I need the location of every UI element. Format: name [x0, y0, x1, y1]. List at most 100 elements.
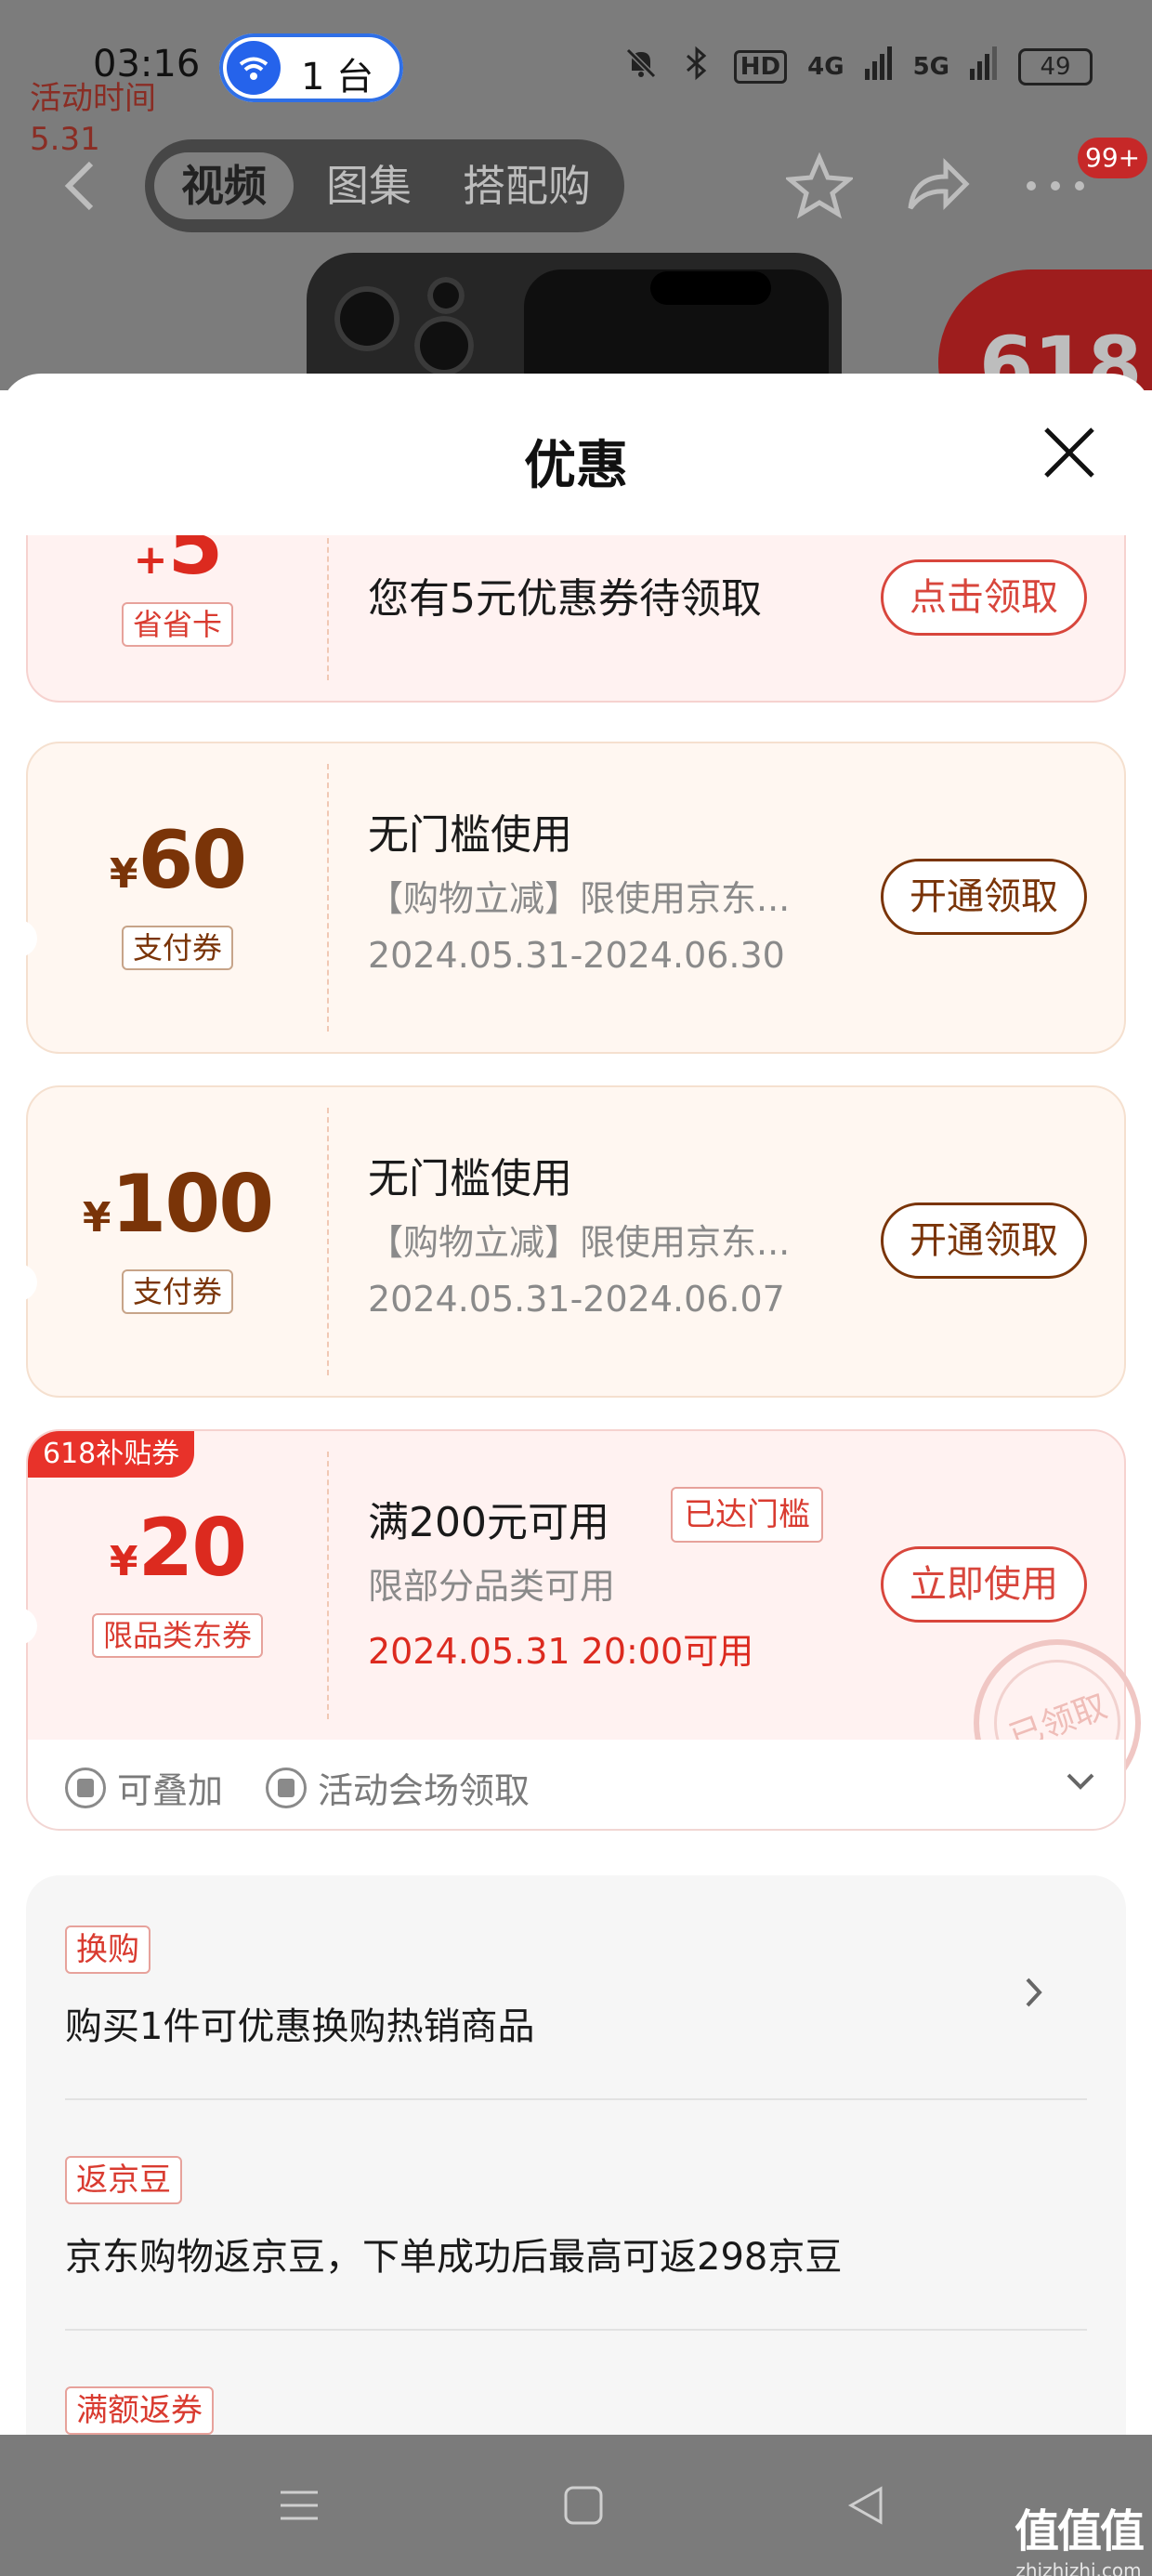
coupon-divider — [327, 535, 329, 680]
coupon-title: 无门槛使用 — [368, 811, 572, 859]
coupon-title: 满200元可用 — [368, 1499, 609, 1546]
hd-indicator: HD — [733, 49, 788, 84]
perk-text[interactable]: 购买1件可优惠换购热销商品 — [65, 1996, 534, 2050]
hotspot-count: 1 台 — [301, 56, 374, 99]
currency-symbol: ¥ — [109, 850, 138, 898]
watermark-site: zhizhizhi.com — [1015, 2559, 1142, 2576]
coupon-card-saver: +5 省省卡 您有5元优惠券待领取 点击领取 — [26, 535, 1126, 703]
signal-bars-icon — [970, 46, 998, 86]
promo-618-banner: 618 — [938, 269, 1152, 390]
amount-value: 20 — [137, 1502, 247, 1595]
bluetooth-icon — [680, 45, 713, 88]
share-icon[interactable] — [903, 152, 970, 223]
coupon-amount-area: ¥20 限品类东券 — [28, 1431, 327, 1740]
camera-lens — [414, 316, 474, 375]
perks-panel: 换购 购买1件可优惠换购热销商品 返京豆 京东购物返京豆，下单成功后最高可返29… — [26, 1875, 1126, 2437]
watermark-brand: 值值值 — [1014, 2505, 1145, 2557]
home-icon[interactable] — [561, 2483, 606, 2531]
coupon-amount: ¥20 — [28, 1502, 327, 1595]
coupon-footer[interactable]: 可叠加 活动会场领取 — [26, 1740, 1126, 1831]
tab-gallery[interactable]: 图集 — [308, 152, 429, 219]
camera-lens — [334, 286, 399, 351]
perk-tag: 换购 — [65, 1925, 151, 1974]
chevron-right-icon[interactable] — [1024, 1976, 1044, 2013]
venue-label: 活动会场领取 — [318, 1770, 530, 1811]
perk-divider — [65, 2098, 1087, 2100]
mute-bell-icon — [622, 45, 660, 88]
coupon-card-payment-100: ¥100 支付券 无门槛使用 【购物立减】限使用京东... 2024.05.31… — [17, 1085, 1126, 1398]
coupon-divider — [327, 764, 329, 1032]
more-icon[interactable] — [1022, 167, 1089, 208]
menu-icon[interactable] — [277, 2483, 321, 2531]
product-nav-bar: 视频 图集 搭配购 — [0, 139, 1152, 232]
background-product-page: 03:16 1 台 活动时间 5.31 HD 4G 5G 49 视频 图集 搭配… — [0, 0, 1152, 390]
message-badge: 99+ — [1078, 138, 1148, 178]
coupon-amount: +5 — [28, 535, 327, 593]
wifi-hotspot-icon — [227, 41, 281, 95]
coupon-amount: ¥100 — [28, 1158, 327, 1251]
back-triangle-icon[interactable] — [844, 2483, 888, 2531]
threshold-reached-tag: 已达门槛 — [671, 1487, 823, 1543]
coupon-kind-tag: 支付券 — [121, 1269, 234, 1314]
activate-claim-button[interactable]: 开通领取 — [881, 1203, 1087, 1279]
amount-value: 5 — [167, 535, 224, 593]
coupon-kind-tag: 限品类东券 — [91, 1613, 264, 1658]
star-icon[interactable] — [783, 151, 856, 223]
coupon-kind-tag: 支付券 — [121, 926, 234, 970]
venue-info: 活动会场领取 — [266, 1762, 530, 1813]
stackable-info: 可叠加 — [65, 1762, 223, 1813]
coupon-divider — [327, 1452, 329, 1719]
signal-4g: 4G — [807, 52, 844, 81]
coupon-amount-area: ¥60 支付券 — [28, 743, 327, 1052]
stack-icon — [65, 1767, 106, 1808]
signal-5g: 5G — [912, 52, 949, 81]
coupon-validity: 2024.05.31-2024.06.30 — [368, 935, 785, 976]
site-watermark: 值值值 zhizhizhi.com — [1009, 2494, 1148, 2576]
event-time-label: 活动时间 — [30, 80, 156, 117]
camera-lens — [427, 277, 465, 314]
coupon-kind-tag: 省省卡 — [121, 602, 234, 647]
coupon-amount: ¥60 — [28, 814, 327, 907]
sheet-title: 优惠 — [524, 436, 628, 496]
use-now-button[interactable]: 立即使用 — [881, 1546, 1087, 1623]
coupon-card-618-subsidy: 618补贴券 ¥20 限品类东券 满200元可用 已达门槛 限部分品类可用 20… — [17, 1429, 1141, 1807]
chevron-down-icon[interactable] — [1065, 1771, 1096, 1795]
ticket-icon — [266, 1767, 307, 1808]
dynamic-island — [650, 271, 771, 305]
claim-button[interactable]: 点击领取 — [881, 559, 1087, 636]
coupon-amount-area: ¥100 支付券 — [28, 1087, 327, 1396]
tab-video[interactable]: 视频 — [154, 152, 294, 219]
system-icons: HD 4G 5G 49 — [622, 45, 1093, 88]
perk-text: 京东购物返京豆，下单成功后最高可返298京豆 — [65, 2236, 843, 2279]
perk-divider — [65, 2329, 1087, 2331]
activate-claim-button[interactable]: 开通领取 — [881, 859, 1087, 935]
perk-tag: 满额返券 — [65, 2386, 214, 2435]
perk-tag: 返京豆 — [65, 2156, 182, 2204]
battery-indicator: 49 — [1018, 47, 1093, 85]
coupon-amount-area: +5 省省卡 — [28, 535, 327, 701]
offers-list[interactable]: +5 省省卡 您有5元优惠券待领取 点击领取 ¥60 支付券 无门槛使用 【购物… — [0, 535, 1152, 2437]
coupon-description: 限部分品类可用 — [368, 1566, 616, 1607]
media-tabs: 视频 图集 搭配购 — [145, 139, 624, 232]
currency-symbol: ¥ — [82, 1194, 111, 1242]
coupon-description: 【购物立减】限使用京东... — [368, 878, 791, 919]
product-image — [307, 253, 842, 390]
amount-value: 100 — [111, 1158, 275, 1251]
amount-prefix: + — [133, 536, 168, 584]
close-icon[interactable] — [1042, 426, 1096, 480]
system-navigation-bar — [0, 2435, 1152, 2576]
amount-value: 60 — [137, 814, 247, 907]
coupon-card-payment-60: ¥60 支付券 无门槛使用 【购物立减】限使用京东... 2024.05.31-… — [17, 742, 1126, 1054]
stackable-label: 可叠加 — [117, 1770, 224, 1811]
tab-bundle[interactable]: 搭配购 — [448, 152, 606, 219]
hotspot-pill[interactable]: 1 台 — [219, 33, 403, 102]
status-bar: 03:16 1 台 活动时间 5.31 HD 4G 5G 49 — [0, 0, 1152, 158]
currency-symbol: ¥ — [109, 1538, 138, 1585]
signal-bars-icon — [864, 46, 893, 86]
coupon-validity: 2024.05.31-2024.06.07 — [368, 1279, 785, 1320]
coupon-description: 【购物立减】限使用京东... — [368, 1222, 791, 1263]
coupon-title: 您有5元优惠券待领取 — [368, 575, 762, 623]
coupon-divider — [327, 1108, 329, 1375]
back-arrow-icon[interactable] — [61, 158, 98, 214]
coupon-title: 无门槛使用 — [368, 1155, 572, 1203]
